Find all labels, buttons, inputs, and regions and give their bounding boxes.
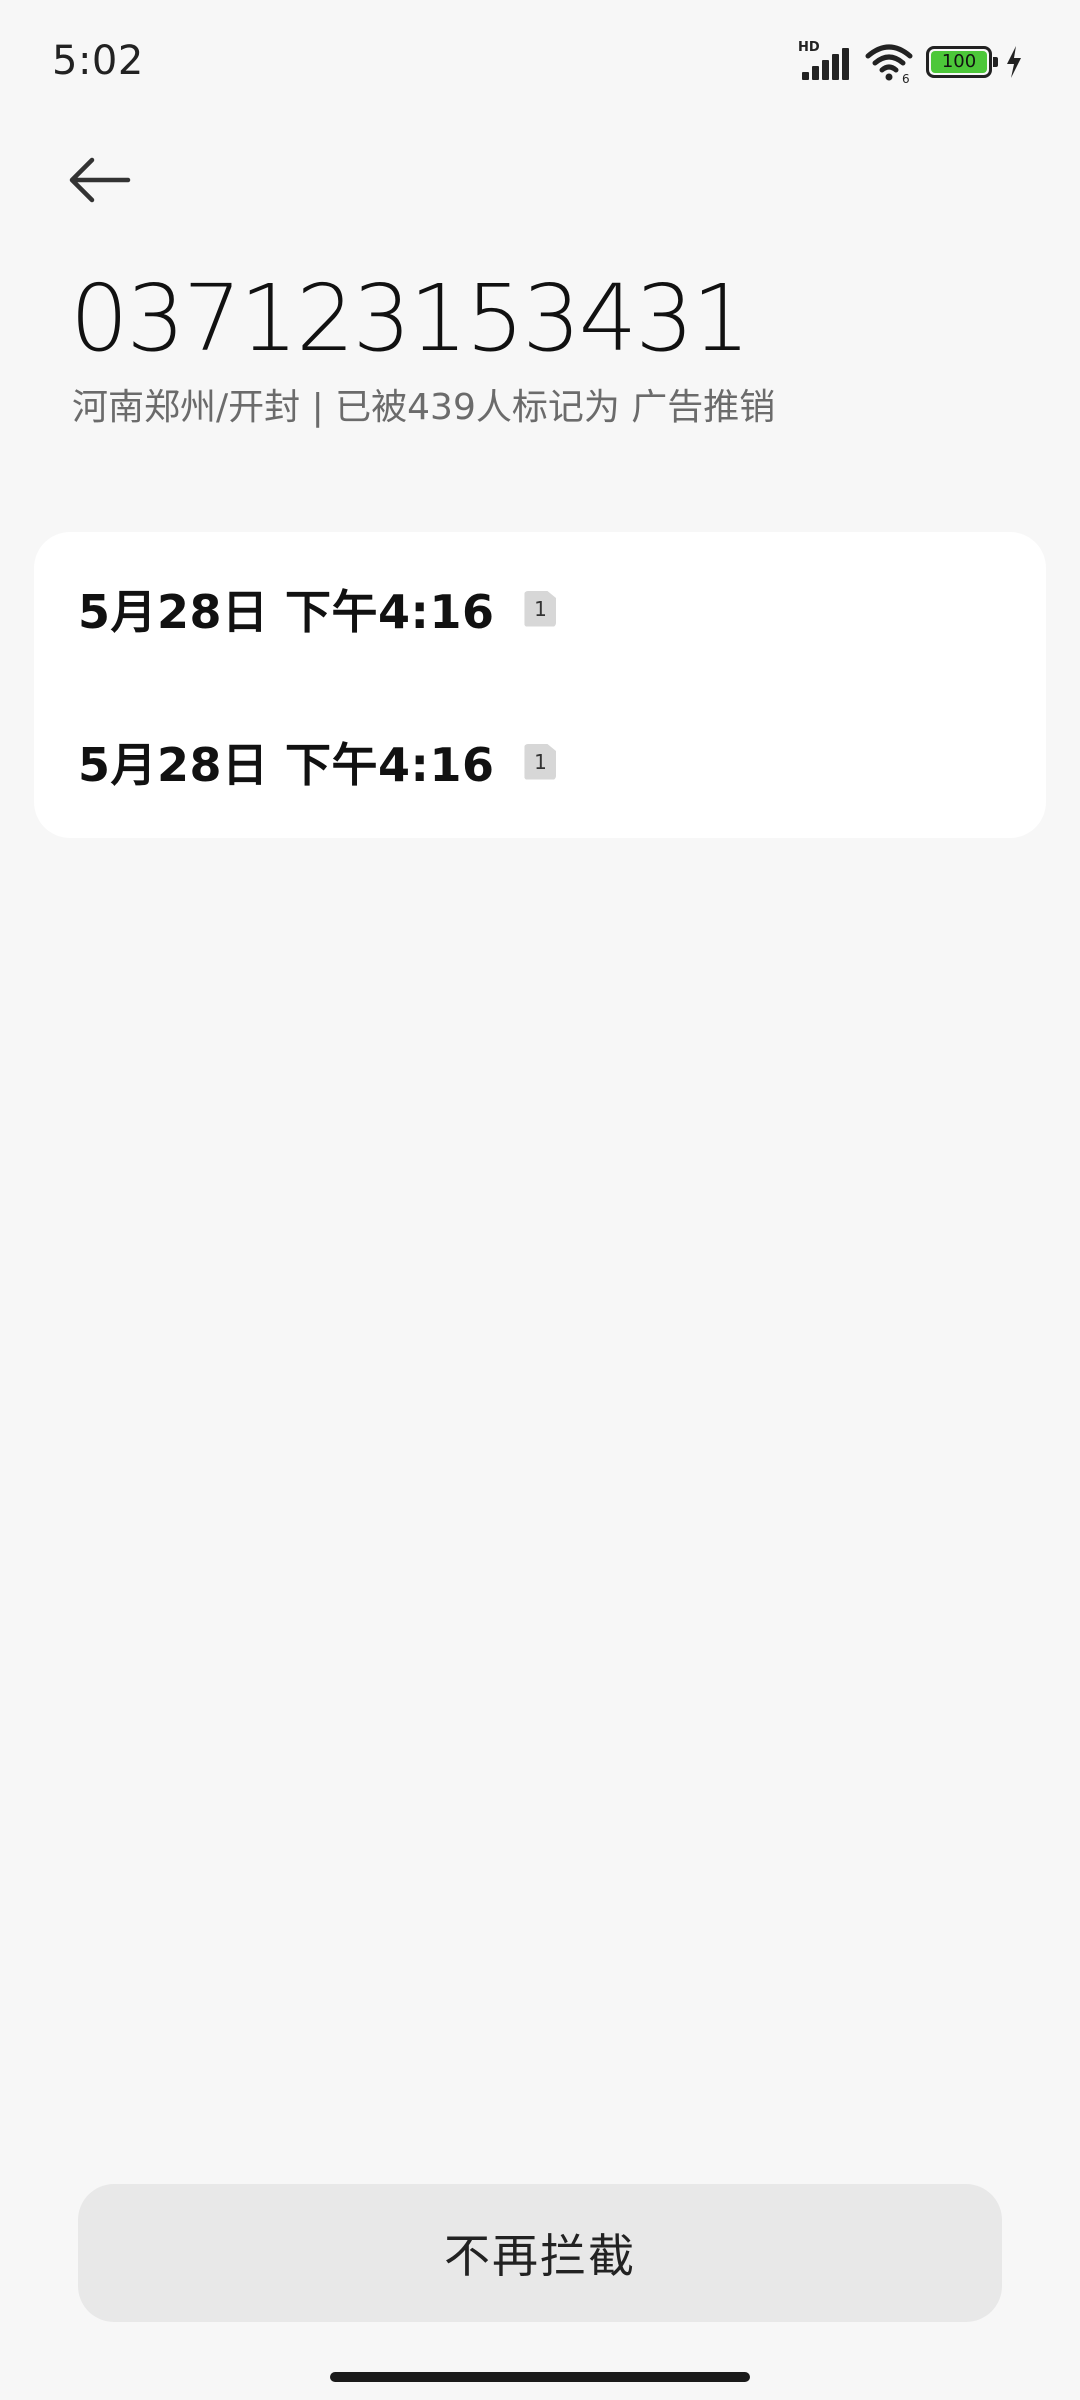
signal-icon: HD	[798, 40, 852, 84]
battery-icon: 100	[926, 46, 998, 78]
list-item[interactable]: 5月28日 下午4:16 1	[34, 685, 1046, 838]
number-location-tag: 河南郑州/开封 | 已被439人标记为 广告推销	[72, 387, 776, 428]
wifi-icon: 6	[865, 44, 913, 84]
charging-bolt-icon	[1007, 46, 1021, 78]
blocked-number-detail-screen: 5:02 HD 6 100 037123153431 河南郑州/开封 | 已被4…	[0, 0, 1080, 2400]
home-indicator[interactable]	[330, 2372, 750, 2382]
list-item[interactable]: 5月28日 下午4:16 1	[34, 532, 1046, 685]
back-arrow-icon	[69, 157, 131, 203]
phone-number: 037123153431	[70, 265, 750, 372]
status-bar: 5:02 HD 6 100	[0, 0, 1080, 120]
blocked-messages-list: 5月28日 下午4:16 1 5月28日 下午4:16 1	[34, 532, 1046, 838]
message-time: 5月28日 下午4:16	[78, 584, 495, 639]
sim-card-icon: 1	[524, 590, 557, 627]
message-time: 5月28日 下午4:16	[78, 737, 495, 792]
battery-level: 100	[931, 51, 987, 73]
back-button[interactable]	[66, 140, 156, 220]
status-icons: HD 6 100	[798, 40, 1024, 84]
sim-card-icon: 1	[524, 743, 557, 780]
svg-text:6: 6	[902, 72, 910, 84]
unblock-button[interactable]: 不再拦截	[78, 2184, 1002, 2322]
network-type-label: HD	[798, 40, 820, 55]
status-time: 5:02	[52, 38, 144, 84]
